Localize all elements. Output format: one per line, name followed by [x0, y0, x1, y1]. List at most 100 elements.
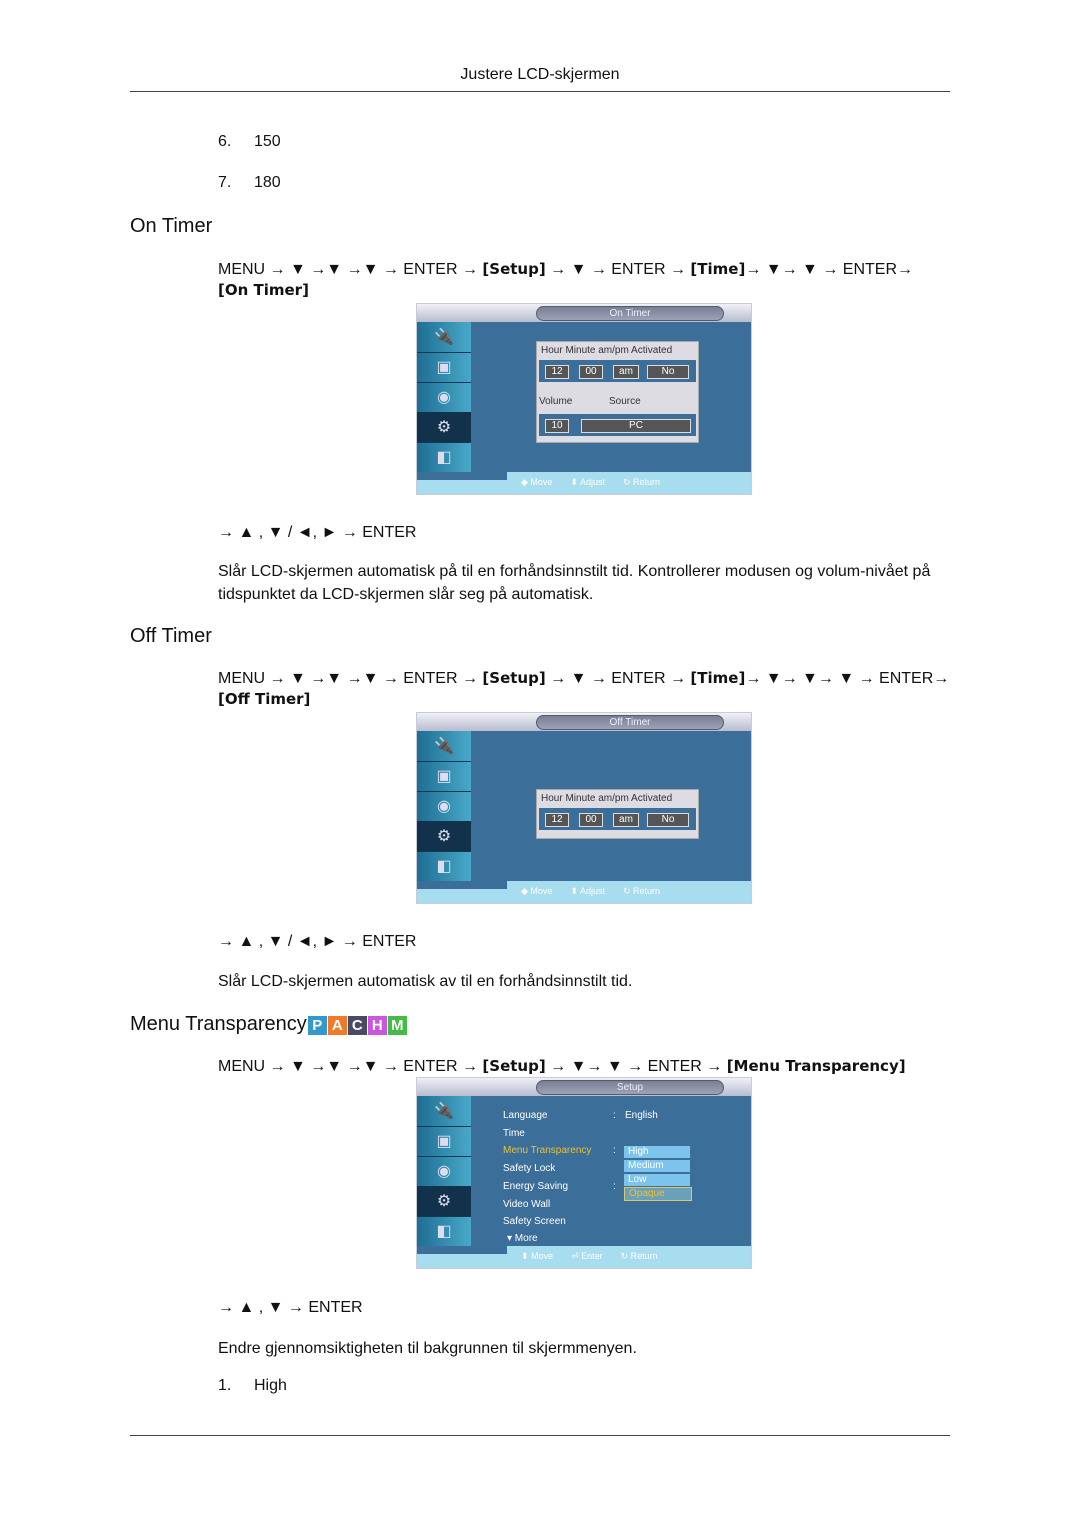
speaker-icon: ◉	[437, 798, 451, 815]
on-timer-nav: → ▲ , ▼ / ◄, ► → ENTER	[218, 524, 417, 541]
mode-badge-m: M	[387, 1016, 407, 1035]
osd-sidebar-picture[interactable]: ▣	[417, 352, 471, 383]
footer-rule	[130, 1435, 950, 1436]
adjust-hint: ⬍ Adjust	[570, 477, 605, 487]
page-header-title: Justere LCD-skjermen	[460, 66, 620, 83]
osd-title: Setup	[536, 1080, 724, 1095]
move-hint: ◆ Move	[521, 886, 553, 896]
mode-badges: PACHM	[307, 1013, 407, 1035]
move-hint: ⬍ Move	[521, 1251, 554, 1261]
list-item: 6. 150	[218, 133, 281, 150]
timer-headers: Hour Minute am/pm Activated	[541, 345, 673, 356]
source-field[interactable]: PC	[581, 419, 691, 433]
menu-item-menu-transparency[interactable]: Menu Transparency	[503, 1145, 591, 1156]
speaker-icon: ◉	[437, 389, 451, 406]
window-icon: ◧	[436, 858, 452, 875]
off-timer-menu-path: MENU → ▼ →▼ →▼ → ENTER → [Setup] → ▼ → E…	[218, 669, 950, 708]
gear-icon: ⚙	[436, 1193, 452, 1210]
osd-sidebar-setup[interactable]: ⚙	[417, 412, 471, 443]
osd-sidebar-setup[interactable]: ⚙	[417, 821, 471, 852]
osd-footer: ◆ Move ⬍ Adjust ↻ Return	[417, 472, 751, 494]
on-timer-heading: On Timer	[130, 215, 213, 237]
osd-sidebar: 🔌 ▣ ◉ ⚙ ◧	[417, 731, 471, 881]
gear-icon: ⚙	[436, 828, 452, 845]
menu-transparency-menu-path: MENU → ▼ →▼ →▼ → ENTER → [Setup] → ▼→ ▼ …	[218, 1057, 906, 1075]
on-timer-panel: Hour Minute am/pm Activated 12 00 am No …	[536, 341, 699, 443]
mode-badge-a: A	[327, 1016, 347, 1035]
menu-transparency-description: Endre gjennomsiktigheten til bakgrunnen …	[218, 1340, 637, 1357]
osd-title: Off Timer	[536, 715, 724, 730]
on-timer-menu-path: MENU → ▼ →▼ →▼ → ENTER → [Setup] → ▼ → E…	[218, 260, 913, 299]
osd-sidebar: 🔌 ▣ ◉ ⚙ ◧	[417, 1096, 471, 1246]
osd-sidebar-picture[interactable]: ▣	[417, 761, 471, 792]
osd-footer: ⬍ Move ⏎ Enter ↻ Return	[417, 1246, 751, 1268]
option-medium[interactable]: Medium	[624, 1160, 690, 1173]
window-icon: ◧	[436, 449, 452, 466]
osd-sidebar-multi[interactable]: ◧	[417, 442, 471, 472]
option-low[interactable]: Low	[624, 1174, 690, 1187]
picture-icon: ▣	[436, 1133, 452, 1150]
picture-icon: ▣	[436, 359, 452, 376]
osd-sidebar-setup[interactable]: ⚙	[417, 1186, 471, 1217]
menu-item-more[interactable]: ▾ More	[507, 1233, 538, 1244]
menu-item-time[interactable]: Time	[503, 1128, 525, 1139]
off-timer-osd-screen: Off Timer 🔌 ▣ ◉ ⚙ ◧ Hour Minute am/pm Ac…	[416, 712, 752, 904]
menu-item-video-wall[interactable]: Video Wall	[503, 1199, 550, 1210]
osd-title: On Timer	[536, 306, 724, 321]
mode-badge-p: P	[307, 1016, 327, 1035]
menu-item-safety-lock[interactable]: Safety Lock	[503, 1163, 555, 1174]
option-high[interactable]: High	[624, 1146, 690, 1159]
osd-sidebar-input[interactable]: 🔌	[417, 731, 471, 762]
adjust-hint: ⬍ Adjust	[570, 886, 605, 896]
osd-sidebar-input[interactable]: 🔌	[417, 322, 471, 353]
enter-hint: ⏎ Enter	[571, 1251, 603, 1261]
language-value: English	[625, 1110, 658, 1121]
minute-field[interactable]: 00	[579, 365, 603, 379]
timer-headers: Hour Minute am/pm Activated	[541, 793, 673, 804]
activated-field[interactable]: No	[647, 813, 689, 827]
volume-label: Volume	[539, 396, 573, 407]
move-hint: ◆ Move	[521, 477, 553, 487]
list-item: 7. 180	[218, 174, 281, 191]
hour-field[interactable]: 12	[545, 365, 569, 379]
osd-sidebar-input[interactable]: 🔌	[417, 1096, 471, 1127]
off-timer-description: Slår LCD-skjermen automatisk av til en f…	[218, 973, 633, 990]
osd-sidebar-picture[interactable]: ▣	[417, 1126, 471, 1157]
on-timer-osd-screen: On Timer 🔌 ▣ ◉ ⚙ ◧ Hour Minute am/pm Act…	[416, 303, 752, 495]
minute-field[interactable]: 00	[579, 813, 603, 827]
activated-field[interactable]: No	[647, 365, 689, 379]
hour-field[interactable]: 12	[545, 813, 569, 827]
ampm-field[interactable]: am	[613, 365, 639, 379]
osd-sidebar: 🔌 ▣ ◉ ⚙ ◧	[417, 322, 471, 472]
option-opaque[interactable]: Opaque	[624, 1187, 692, 1201]
header-rule	[130, 91, 950, 92]
setup-osd-screen: Setup 🔌 ▣ ◉ ⚙ ◧ Language : English Time …	[416, 1077, 752, 1269]
list-item: 1. High	[218, 1377, 287, 1394]
gear-icon: ⚙	[436, 419, 452, 436]
return-hint: ↻ Return	[623, 886, 661, 896]
plug-icon: 🔌	[434, 738, 454, 755]
menu-transparency-nav: → ▲ , ▼ → ENTER	[218, 1299, 363, 1316]
source-label: Source	[609, 396, 641, 407]
menu-item-energy-saving[interactable]: Energy Saving	[503, 1181, 568, 1192]
picture-icon: ▣	[436, 768, 452, 785]
plug-icon: 🔌	[434, 329, 454, 346]
osd-sidebar-multi[interactable]: ◧	[417, 851, 471, 881]
return-hint: ↻ Return	[623, 477, 661, 487]
volume-field[interactable]: 10	[545, 419, 569, 433]
off-timer-panel: Hour Minute am/pm Activated 12 00 am No	[536, 789, 699, 839]
plug-icon: 🔌	[434, 1103, 454, 1120]
osd-sidebar-sound[interactable]: ◉	[417, 791, 471, 822]
osd-sidebar-sound[interactable]: ◉	[417, 1156, 471, 1187]
menu-item-language[interactable]: Language	[503, 1110, 548, 1121]
speaker-icon: ◉	[437, 1163, 451, 1180]
osd-sidebar-sound[interactable]: ◉	[417, 382, 471, 413]
menu-transparency-heading: Menu Transparency P A C H M	[130, 1013, 407, 1036]
mode-badge-h: H	[367, 1016, 387, 1035]
menu-item-safety-screen[interactable]: Safety Screen	[503, 1216, 566, 1227]
osd-footer: ◆ Move ⬍ Adjust ↻ Return	[417, 881, 751, 903]
ampm-field[interactable]: am	[613, 813, 639, 827]
osd-sidebar-multi[interactable]: ◧	[417, 1216, 471, 1246]
return-hint: ↻ Return	[620, 1251, 658, 1261]
on-timer-description: Slår LCD-skjermen automatisk på til en f…	[218, 563, 931, 603]
